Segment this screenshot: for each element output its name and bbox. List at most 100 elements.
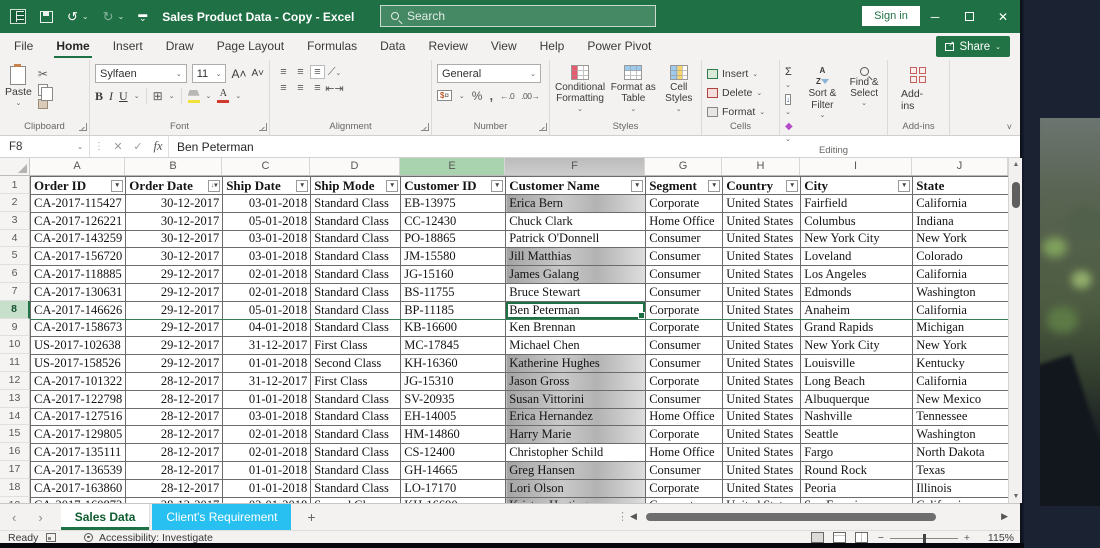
row-header-14[interactable]: 14 bbox=[0, 408, 30, 426]
underline-icon[interactable]: U bbox=[119, 89, 128, 104]
formula-bar-handle[interactable]: ⋮ bbox=[90, 141, 108, 152]
redo-dropdown-icon[interactable]: ⌄ bbox=[118, 12, 125, 21]
cell-E10[interactable]: MC-17845 bbox=[401, 337, 506, 355]
cell-F8[interactable]: Ben Peterman bbox=[506, 301, 646, 319]
cell-B14[interactable]: 28-12-2017 bbox=[126, 408, 223, 426]
insert-cells-button[interactable]: Insert⌄ bbox=[707, 65, 774, 82]
hscroll-left-icon[interactable]: ◀ bbox=[630, 511, 637, 522]
cell-H18[interactable]: United States bbox=[723, 479, 801, 497]
cancel-entry-icon[interactable]: ✕ bbox=[108, 140, 128, 153]
cell-E6[interactable]: JG-15160 bbox=[401, 266, 506, 284]
cell-F17[interactable]: Greg Hansen bbox=[506, 461, 646, 479]
cell-G4[interactable]: Consumer bbox=[646, 230, 723, 248]
cell-G2[interactable]: Corporate bbox=[646, 195, 723, 213]
cell-D9[interactable]: Standard Class bbox=[311, 319, 401, 337]
cell-B15[interactable]: 28-12-2017 bbox=[126, 426, 223, 444]
cell-G5[interactable]: Consumer bbox=[646, 248, 723, 266]
cell-C18[interactable]: 01-01-2018 bbox=[223, 479, 311, 497]
row-header-18[interactable]: 18 bbox=[0, 479, 30, 497]
cell-A18[interactable]: CA-2017-163860 bbox=[31, 479, 126, 497]
cell-D4[interactable]: Standard Class bbox=[311, 230, 401, 248]
cell-A10[interactable]: US-2017-102638 bbox=[31, 337, 126, 355]
addins-button[interactable]: Add-ins bbox=[893, 64, 944, 112]
cell-I3[interactable]: Columbus bbox=[801, 212, 913, 230]
alignment-dialog-launcher[interactable] bbox=[421, 123, 429, 131]
cell-J17[interactable]: Texas bbox=[913, 461, 1009, 479]
select-all-corner[interactable] bbox=[0, 158, 30, 175]
vertical-scrollbar[interactable]: ▲ ▼ bbox=[1008, 158, 1022, 503]
cell-B7[interactable]: 29-12-2017 bbox=[126, 283, 223, 301]
cell-J18[interactable]: Illinois bbox=[913, 479, 1009, 497]
paste-button[interactable]: Paste ⌄ bbox=[5, 64, 32, 109]
cell-I8[interactable]: Anaheim bbox=[801, 301, 913, 319]
cell-E8[interactable]: BP-11185 bbox=[401, 301, 506, 319]
cell-C16[interactable]: 02-01-2018 bbox=[223, 444, 311, 462]
row-header-13[interactable]: 13 bbox=[0, 390, 30, 408]
cell-C10[interactable]: 31-12-2017 bbox=[223, 337, 311, 355]
cell-B9[interactable]: 29-12-2017 bbox=[126, 319, 223, 337]
clear-icon[interactable]: ◆ ⌄ bbox=[785, 120, 799, 144]
cell-E12[interactable]: JG-15310 bbox=[401, 372, 506, 390]
cell-G13[interactable]: Consumer bbox=[646, 390, 723, 408]
cell-F6[interactable]: James Galang bbox=[506, 266, 646, 284]
cell-F16[interactable]: Christopher Schild bbox=[506, 444, 646, 462]
cell-D13[interactable]: Standard Class bbox=[311, 390, 401, 408]
cell-A2[interactable]: CA-2017-115427 bbox=[31, 195, 126, 213]
cell-H3[interactable]: United States bbox=[723, 212, 801, 230]
zoom-percentage[interactable]: 115% bbox=[988, 532, 1014, 544]
table-header-country[interactable]: Country▼ bbox=[723, 177, 801, 195]
cell-A3[interactable]: CA-2017-126221 bbox=[31, 212, 126, 230]
share-button[interactable]: Share ⌄ bbox=[936, 36, 1010, 57]
cell-E13[interactable]: SV-20935 bbox=[401, 390, 506, 408]
formula-input[interactable]: Ben Peterman bbox=[168, 136, 1020, 157]
cell-J7[interactable]: Washington bbox=[913, 283, 1009, 301]
cell-I18[interactable]: Peoria bbox=[801, 479, 913, 497]
align-left-icon[interactable]: ≡ bbox=[280, 82, 286, 94]
format-cells-button[interactable]: Format⌄ bbox=[707, 103, 774, 120]
cell-G10[interactable]: Consumer bbox=[646, 337, 723, 355]
cell-B16[interactable]: 28-12-2017 bbox=[126, 444, 223, 462]
cell-A9[interactable]: CA-2017-158673 bbox=[31, 319, 126, 337]
row-header-4[interactable]: 4 bbox=[0, 230, 30, 248]
cell-D6[interactable]: Standard Class bbox=[311, 266, 401, 284]
font-dialog-launcher[interactable] bbox=[259, 123, 267, 131]
menu-tab-home[interactable]: Home bbox=[56, 34, 89, 59]
accounting-dropdown-icon[interactable]: ⌄ bbox=[459, 92, 465, 100]
cell-F15[interactable]: Harry Marie bbox=[506, 426, 646, 444]
cell-E16[interactable]: CS-12400 bbox=[401, 444, 506, 462]
row-header-5[interactable]: 5 bbox=[0, 247, 30, 265]
menu-tab-review[interactable]: Review bbox=[428, 34, 467, 59]
cell-A5[interactable]: CA-2017-156720 bbox=[31, 248, 126, 266]
filter-button-B[interactable]: ↓▾ bbox=[208, 180, 220, 192]
cell-F7[interactable]: Bruce Stewart bbox=[506, 283, 646, 301]
close-button[interactable]: ✕ bbox=[986, 0, 1020, 33]
undo-icon[interactable]: ↺ bbox=[67, 10, 78, 23]
filter-button-F[interactable]: ▼ bbox=[631, 180, 643, 192]
filter-button-C[interactable]: ▼ bbox=[296, 180, 308, 192]
hscroll-right-icon[interactable]: ▶ bbox=[1001, 511, 1008, 522]
row-header-1[interactable]: 1 bbox=[0, 176, 30, 194]
number-dialog-launcher[interactable] bbox=[539, 123, 547, 131]
cell-F2[interactable]: Erica Bern bbox=[506, 195, 646, 213]
cell-H12[interactable]: United States bbox=[723, 372, 801, 390]
cell-J10[interactable]: New York bbox=[913, 337, 1009, 355]
cell-F12[interactable]: Jason Gross bbox=[506, 372, 646, 390]
cell-A11[interactable]: US-2017-158526 bbox=[31, 355, 126, 373]
cut-icon[interactable]: ✂ bbox=[38, 67, 48, 81]
horizontal-scroll-thumb[interactable] bbox=[646, 513, 936, 521]
format-as-table-button[interactable]: Format as Table ⌄ bbox=[609, 64, 658, 114]
cell-J6[interactable]: California bbox=[913, 266, 1009, 284]
column-header-A[interactable]: A bbox=[30, 158, 125, 175]
row-header-15[interactable]: 15 bbox=[0, 425, 30, 443]
cell-F18[interactable]: Lori Olson bbox=[506, 479, 646, 497]
cell-E14[interactable]: EH-14005 bbox=[401, 408, 506, 426]
comma-style-icon[interactable]: , bbox=[489, 88, 493, 103]
cell-B11[interactable]: 29-12-2017 bbox=[126, 355, 223, 373]
cell-A8[interactable]: CA-2017-146626 bbox=[31, 301, 126, 319]
underline-dropdown-icon[interactable]: ⌄ bbox=[134, 92, 140, 100]
filter-button-A[interactable]: ▼ bbox=[111, 180, 123, 192]
cell-I11[interactable]: Louisville bbox=[801, 355, 913, 373]
cell-I9[interactable]: Grand Rapids bbox=[801, 319, 913, 337]
menu-tab-power-pivot[interactable]: Power Pivot bbox=[587, 34, 651, 59]
row-header-16[interactable]: 16 bbox=[0, 443, 30, 461]
